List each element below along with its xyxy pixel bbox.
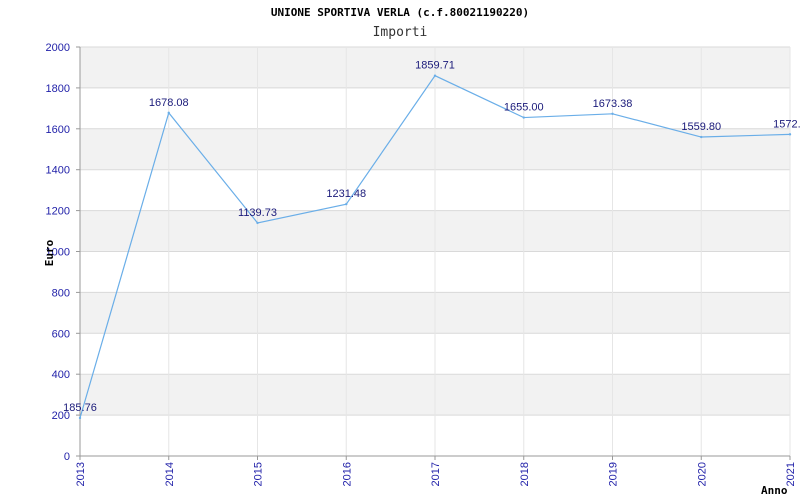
data-label: 1139.73 (238, 207, 277, 219)
x-tick-label: 2014 (164, 462, 176, 486)
data-label: 1678.08 (149, 97, 189, 109)
data-label: 1231.48 (326, 188, 366, 200)
y-tick-label: 1600 (46, 124, 70, 136)
data-label: 1559.80 (681, 121, 721, 133)
x-tick-label: 2013 (75, 462, 87, 486)
y-axis-label: Euro (43, 239, 56, 266)
y-tick-label: 0 (64, 451, 70, 463)
x-tick-label: 2020 (696, 462, 708, 486)
data-label: 1859.71 (415, 60, 455, 72)
data-point (433, 74, 437, 77)
y-tick-label: 1200 (46, 206, 70, 218)
y-tick-label: 400 (52, 369, 70, 381)
data-point (700, 135, 703, 139)
x-tick-label: 2015 (253, 462, 265, 486)
data-point (167, 111, 170, 115)
line-chart: 0200400600800100012001400160018002000 20… (43, 42, 800, 497)
data-label: 1572.8 (773, 118, 800, 130)
chart-page: UNIONE SPORTIVA VERLA (c.f.80021190220) … (0, 0, 800, 500)
y-tick-label: 2000 (46, 42, 70, 54)
data-point (522, 116, 525, 119)
data-point (788, 133, 792, 136)
x-axis-ticks: 2013 2014 2015 2016 2017 2018 2019 2020 2021 (75, 456, 797, 486)
data-point (78, 416, 82, 420)
x-axis-label: Anno (761, 484, 788, 497)
x-tick-label: 2019 (608, 462, 620, 486)
x-tick-label: 2018 (519, 462, 531, 486)
x-tick-label: 2016 (341, 462, 353, 486)
x-tick-label: 2021 (785, 462, 797, 486)
data-label: 1655.00 (504, 102, 544, 114)
y-tick-label: 1400 (46, 165, 70, 177)
x-tick-label: 2017 (430, 462, 442, 486)
y-tick-label: 1800 (46, 83, 70, 95)
data-point (611, 112, 614, 115)
data-label: 185.76 (63, 402, 97, 414)
y-tick-label: 800 (52, 287, 70, 299)
y-tick-label: 600 (52, 328, 70, 340)
data-point (256, 221, 259, 225)
data-label: 1673.38 (593, 98, 633, 110)
data-point (345, 202, 348, 206)
